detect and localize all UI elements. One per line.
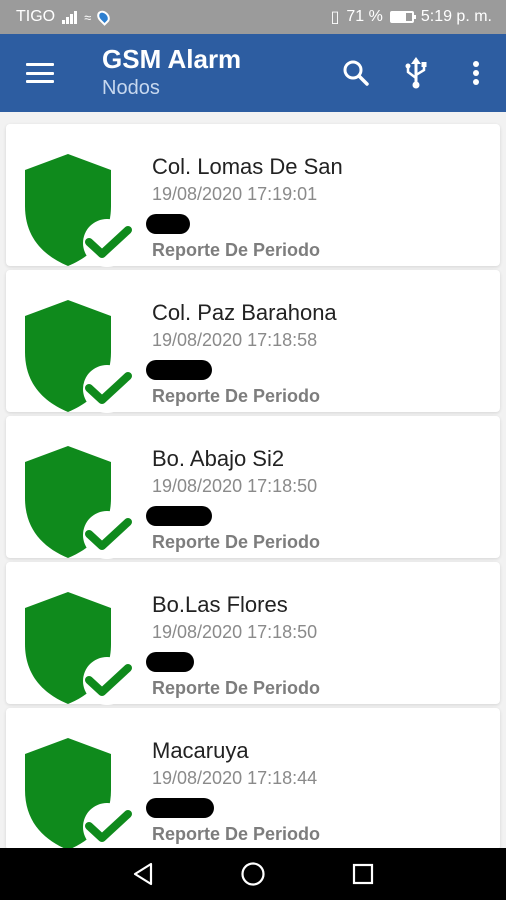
- status-right: ▯ 71 % 5:19 p. m.: [331, 7, 492, 27]
- node-name: Col. Paz Barahona: [152, 300, 337, 325]
- system-nav-bar: [0, 848, 506, 900]
- menu-icon: [26, 63, 54, 83]
- battery-percent: 71 %: [346, 8, 383, 25]
- back-button[interactable]: [126, 857, 160, 891]
- redacted-field: [146, 798, 214, 818]
- node-card[interactable]: Col. Paz Barahona 19/08/2020 17:18:58 Re…: [6, 270, 500, 413]
- app-bar: GSM Alarm Nodos: [0, 34, 506, 112]
- node-timestamp: 19/08/2020 17:18:50: [152, 622, 318, 642]
- app-subtitle: Nodos: [102, 77, 160, 99]
- more-options-button[interactable]: [446, 34, 506, 112]
- node-timestamp: 19/08/2020 17:19:01: [152, 184, 318, 204]
- status-left: TIGO ≈: [16, 8, 113, 26]
- usb-button[interactable]: [386, 34, 446, 112]
- shield-check-icon: [25, 592, 132, 705]
- node-report-type: Reporte De Periodo: [152, 678, 321, 698]
- usb-icon: [405, 57, 427, 89]
- clock: 5:19 p. m.: [420, 8, 492, 25]
- node-report-type: Reporte De Periodo: [152, 240, 321, 260]
- menu-button[interactable]: [0, 34, 80, 112]
- node-card[interactable]: Col. Lomas De San 19/08/2020 17:19:01 Re…: [6, 124, 500, 267]
- redacted-field: [146, 506, 212, 526]
- redacted-field: [146, 360, 212, 380]
- node-report-type: Reporte De Periodo: [152, 532, 321, 552]
- vibrate-icon: ▯: [330, 9, 340, 26]
- shield-check-icon: [25, 154, 132, 267]
- battery-icon: [389, 11, 416, 23]
- search-button[interactable]: [326, 34, 386, 112]
- app-title: GSM Alarm: [102, 44, 242, 74]
- node-name: Bo. Abajo Si2: [152, 446, 285, 471]
- status-bar: TIGO ≈ ▯ 71 % 5:19 p. m.: [0, 0, 506, 34]
- node-list[interactable]: Col. Lomas De San 19/08/2020 17:19:01 Re…: [0, 112, 506, 848]
- back-icon: [133, 862, 153, 886]
- redacted-field: [146, 652, 194, 672]
- more-vert-icon: [473, 61, 479, 85]
- shield-check-icon: [25, 300, 132, 413]
- node-name: Macaruya: [152, 738, 249, 763]
- wifi-icon: ≈: [84, 9, 92, 25]
- search-icon: [343, 60, 369, 86]
- location-icon: [94, 8, 113, 26]
- node-card[interactable]: Macaruya 19/08/2020 17:18:44 Reporte De …: [6, 708, 500, 848]
- node-timestamp: 19/08/2020 17:18:44: [152, 768, 318, 788]
- home-button[interactable]: [236, 857, 270, 891]
- node-timestamp: 19/08/2020 17:18:50: [152, 476, 318, 496]
- signal-icon: [62, 10, 78, 24]
- node-card[interactable]: Bo. Abajo Si2 19/08/2020 17:18:50 Report…: [6, 416, 500, 559]
- node-report-type: Reporte De Periodo: [152, 824, 321, 844]
- app-bar-titles: GSM Alarm Nodos: [80, 44, 326, 102]
- shield-check-icon: [25, 738, 132, 848]
- redacted-field: [146, 214, 190, 234]
- home-icon: [241, 862, 265, 886]
- recents-icon: [352, 863, 374, 885]
- carrier-label: TIGO: [16, 8, 56, 25]
- battery-fill: [391, 13, 407, 21]
- node-name: Col. Lomas De San: [152, 154, 343, 179]
- node-name: Bo.Las Flores: [152, 592, 288, 617]
- node-report-type: Reporte De Periodo: [152, 386, 321, 406]
- recents-button[interactable]: [346, 857, 380, 891]
- shield-check-icon: [25, 446, 132, 559]
- node-timestamp: 19/08/2020 17:18:58: [152, 330, 318, 350]
- node-card[interactable]: Bo.Las Flores 19/08/2020 17:18:50 Report…: [6, 562, 500, 705]
